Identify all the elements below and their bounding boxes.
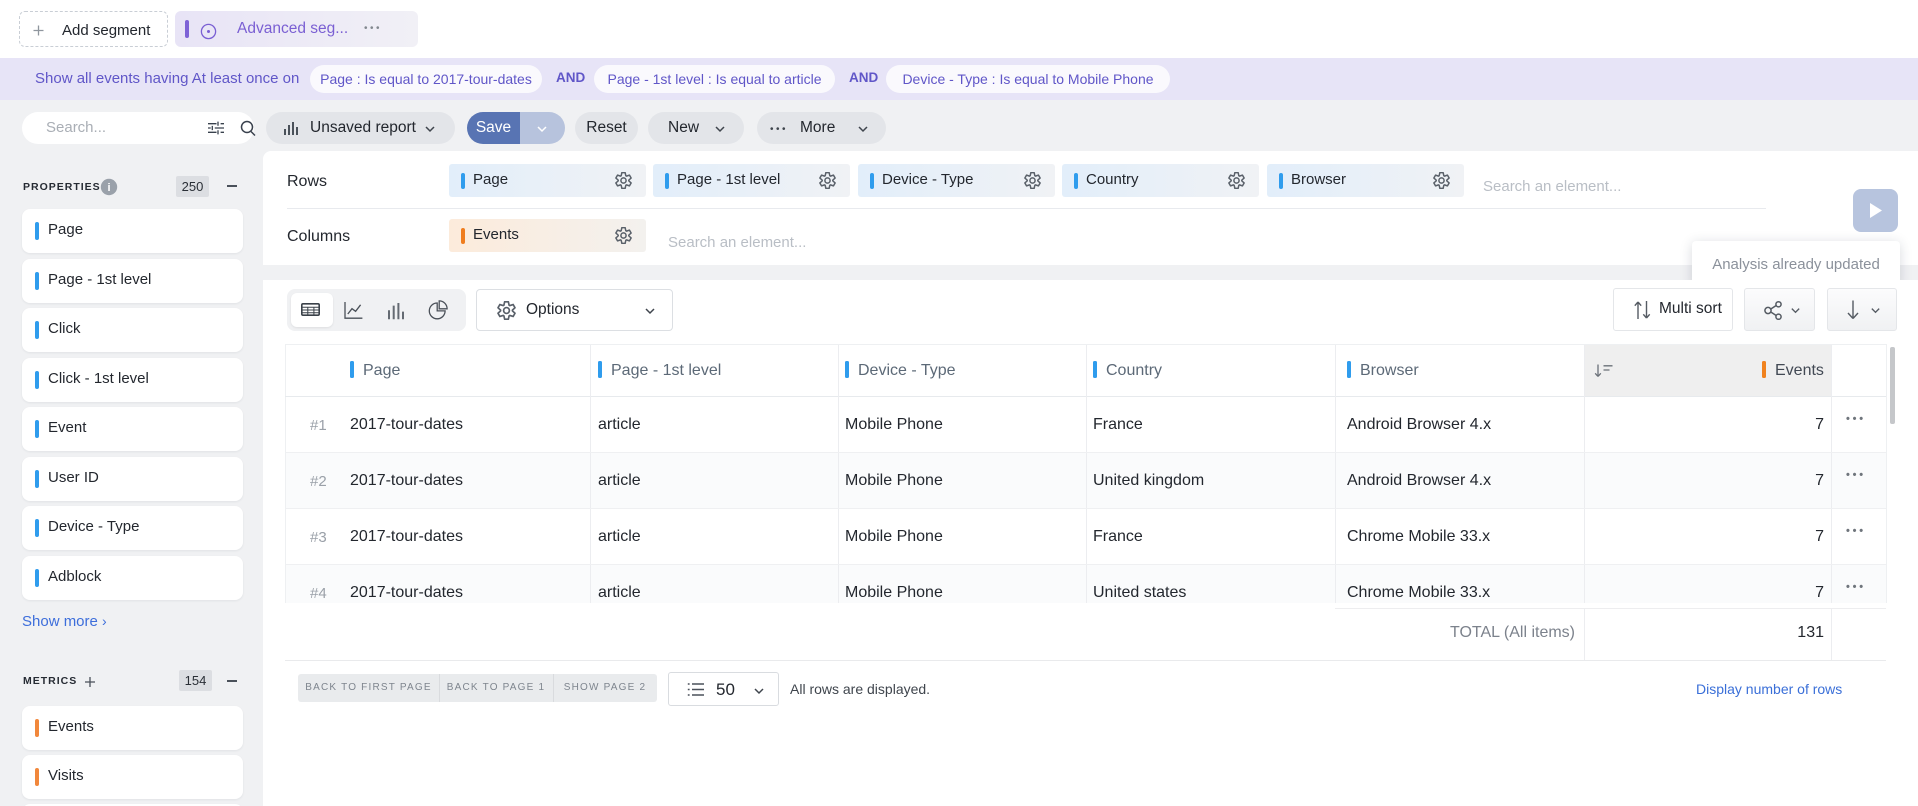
svg-text:i: i — [107, 182, 110, 194]
